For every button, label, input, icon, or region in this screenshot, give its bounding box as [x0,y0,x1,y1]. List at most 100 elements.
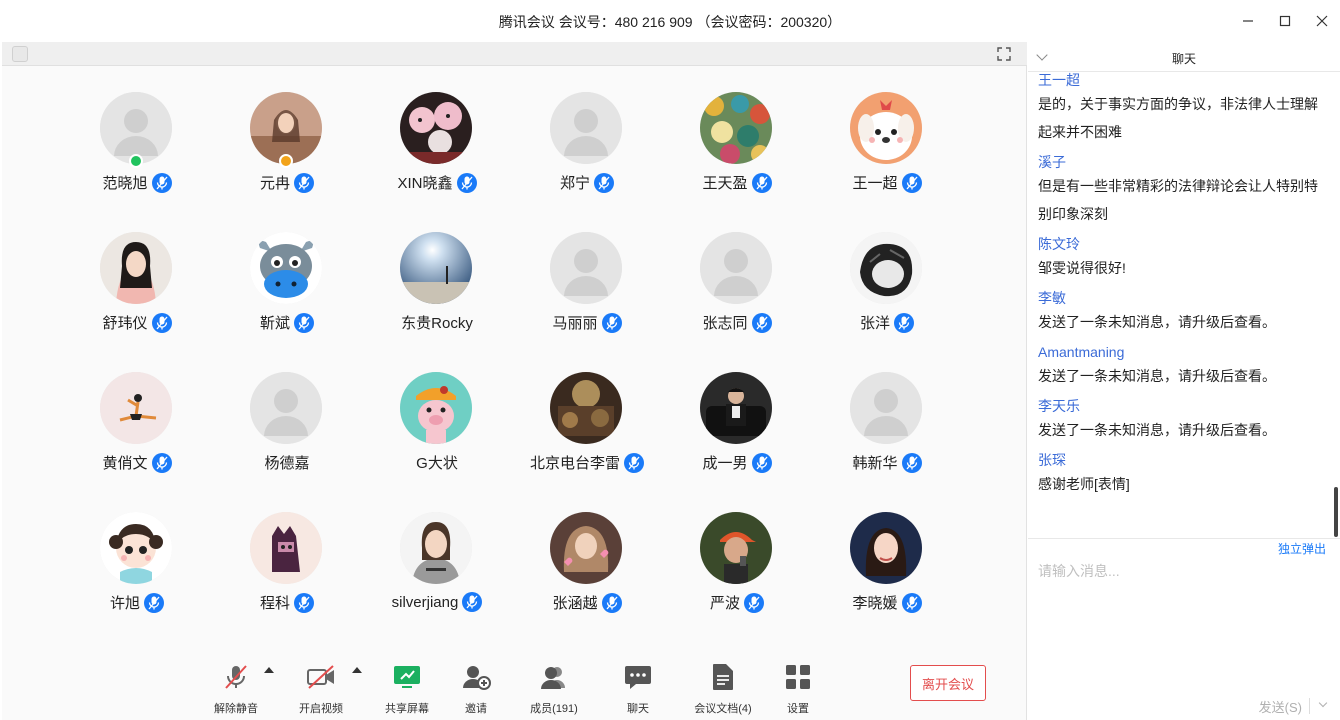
mic-muted-icon [901,172,922,193]
participant-tile[interactable]: 程科 [212,512,362,652]
participant-tile[interactable]: 黄俏文 [62,372,212,512]
participant-tile[interactable]: 韩新华 [812,372,962,512]
chat-message-text: 感谢老师[表情] [1038,476,1130,492]
chat-message-text: 邹雯说得很好! [1038,260,1126,276]
chat-sender-name[interactable]: 李敏 [1038,288,1328,308]
participant-name-row: 靳斌 [212,312,362,333]
chat-scrollbar[interactable] [1334,487,1338,537]
members-button[interactable]: 成员(191) [524,662,584,715]
participant-tile[interactable]: 张洋 [812,232,962,372]
participant-tile[interactable]: 杨德嘉 [212,372,362,512]
avatar [850,232,922,304]
participant-tile[interactable]: G大状 [362,372,512,512]
leave-meeting-button[interactable]: 离开会议 [910,665,986,701]
participant-name-row: 程科 [212,592,362,613]
participant-name: silverjiang [391,593,459,611]
window-controls [1229,0,1340,42]
participant-tile[interactable]: 张涵越 [512,512,662,652]
participant-tile[interactable]: 张志同 [662,232,812,372]
participant-tile[interactable]: 元冉 [212,92,362,232]
avatar [100,372,172,444]
avatar [400,92,472,164]
mic-muted-icon [751,452,772,473]
maximize-button[interactable] [1266,0,1303,42]
participant-name-row: 东贵Rocky [362,312,512,333]
participant-tile[interactable]: 严波 [662,512,812,652]
participant-name-row: 严波 [662,592,812,613]
mic-muted-icon [751,172,772,193]
mic-muted-icon [144,592,164,613]
chat-message-input[interactable] [1038,560,1328,582]
avatar [400,232,472,304]
chat-sender-name[interactable]: Amantmaning [1038,342,1328,362]
mic-muted-icon [151,452,172,473]
chat-header: 聊天 [1028,42,1340,72]
close-button[interactable] [1303,0,1340,42]
host-badge-icon [129,154,143,168]
video-button[interactable]: 开启视频 [292,662,350,715]
participant-tile[interactable]: XIN晓鑫 [362,92,512,232]
participant-tile[interactable]: 郑宁 [512,92,662,232]
participant-name-row: 成一男 [662,452,812,473]
chat-button[interactable]: 聊天 [616,662,660,715]
mute-options-caret[interactable] [264,667,274,673]
send-button[interactable]: 发送(S) [1259,697,1302,716]
participant-name: 王一超 [852,175,898,192]
chat-sender-name[interactable]: 陈文玲 [1038,234,1328,254]
participant-name: 程科 [259,595,290,612]
participant-tile[interactable]: 李晓媛 [812,512,962,652]
participant-tile[interactable]: 范晓旭 [62,92,212,232]
send-options-chevron-icon[interactable] [1318,698,1328,708]
close-icon [1316,15,1327,27]
chat-message-text: 发送了一条未知消息，请升级后查看。 [1038,368,1276,384]
chat-sender-name[interactable]: 张琛 [1038,450,1328,470]
popout-chat-link[interactable]: 独立弹出 [1278,540,1326,557]
participant-name-row: 范晓旭 [62,172,212,193]
avatar [250,512,322,584]
participant-tile[interactable]: 北京电台李雷 [512,372,662,512]
avatar [550,512,622,584]
participant-name: 严波 [709,595,740,612]
chat-message-text: 是的，关于事实方面的争议，非法律人士理解起来并不困难 [1038,96,1318,140]
participant-tile[interactable]: 许旭 [62,512,212,652]
participant-tile[interactable]: 成一男 [662,372,812,512]
settings-grid-icon [783,662,813,692]
participant-tile[interactable]: 马丽丽 [512,232,662,372]
mute-button[interactable]: 解除静音 [207,662,265,715]
participant-name: G大状 [416,455,458,472]
chat-sender-name[interactable]: 溪子 [1038,152,1328,172]
participant-name-row: G大状 [362,452,512,473]
minimize-button[interactable] [1229,0,1266,42]
share-screen-button[interactable]: 共享屏幕 [379,662,435,715]
mic-muted-icon [294,172,314,193]
video-options-caret[interactable] [352,667,362,673]
participant-name: 黄俏文 [102,455,148,472]
chat-sender-name[interactable]: 王一超 [1038,72,1328,90]
divider [1028,538,1340,539]
participant-tile[interactable]: 舒玮仪 [62,232,212,372]
invite-icon [461,662,491,692]
chat-message-list[interactable]: 王一超 是的，关于事实方面的争议，非法律人士理解起来并不困难 溪子 但是有一些非常精彩… [1028,72,1340,538]
participant-tile[interactable]: 王一超 [812,92,962,232]
participant-name-row: 王一超 [812,172,962,193]
mic-muted-icon [901,592,922,613]
window-title: 腾讯会议 会议号：480 216 909 （会议密码：200320） [498,14,842,30]
chat-sender-name[interactable]: 李天乐 [1038,396,1328,416]
fullscreen-icon[interactable] [997,47,1011,61]
participant-name-row: 马丽丽 [512,312,662,333]
meeting-toolbar: 解除静音 开启视频 共享屏幕 邀请 成员(191) 聊天 会议文档(4) 设置 … [2,657,1027,717]
meeting-docs-button[interactable]: 会议文档(4) [690,662,756,715]
host-badge-icon [279,154,293,168]
participant-name: 李晓媛 [852,595,898,612]
participant-name: 靳斌 [259,315,290,332]
participant-tile[interactable]: 东贵Rocky [362,232,512,372]
settings-button[interactable]: 设置 [776,662,820,715]
participant-tile[interactable]: 靳斌 [212,232,362,372]
participant-tile[interactable]: 王天盈 [662,92,812,232]
share-screen-icon [392,662,422,692]
invite-button[interactable]: 邀请 [452,662,500,715]
mic-muted-icon [901,452,922,473]
shield-icon[interactable] [12,46,28,62]
participant-name-row: 黄俏文 [62,452,212,473]
participant-tile[interactable]: silverjiang [362,512,512,652]
